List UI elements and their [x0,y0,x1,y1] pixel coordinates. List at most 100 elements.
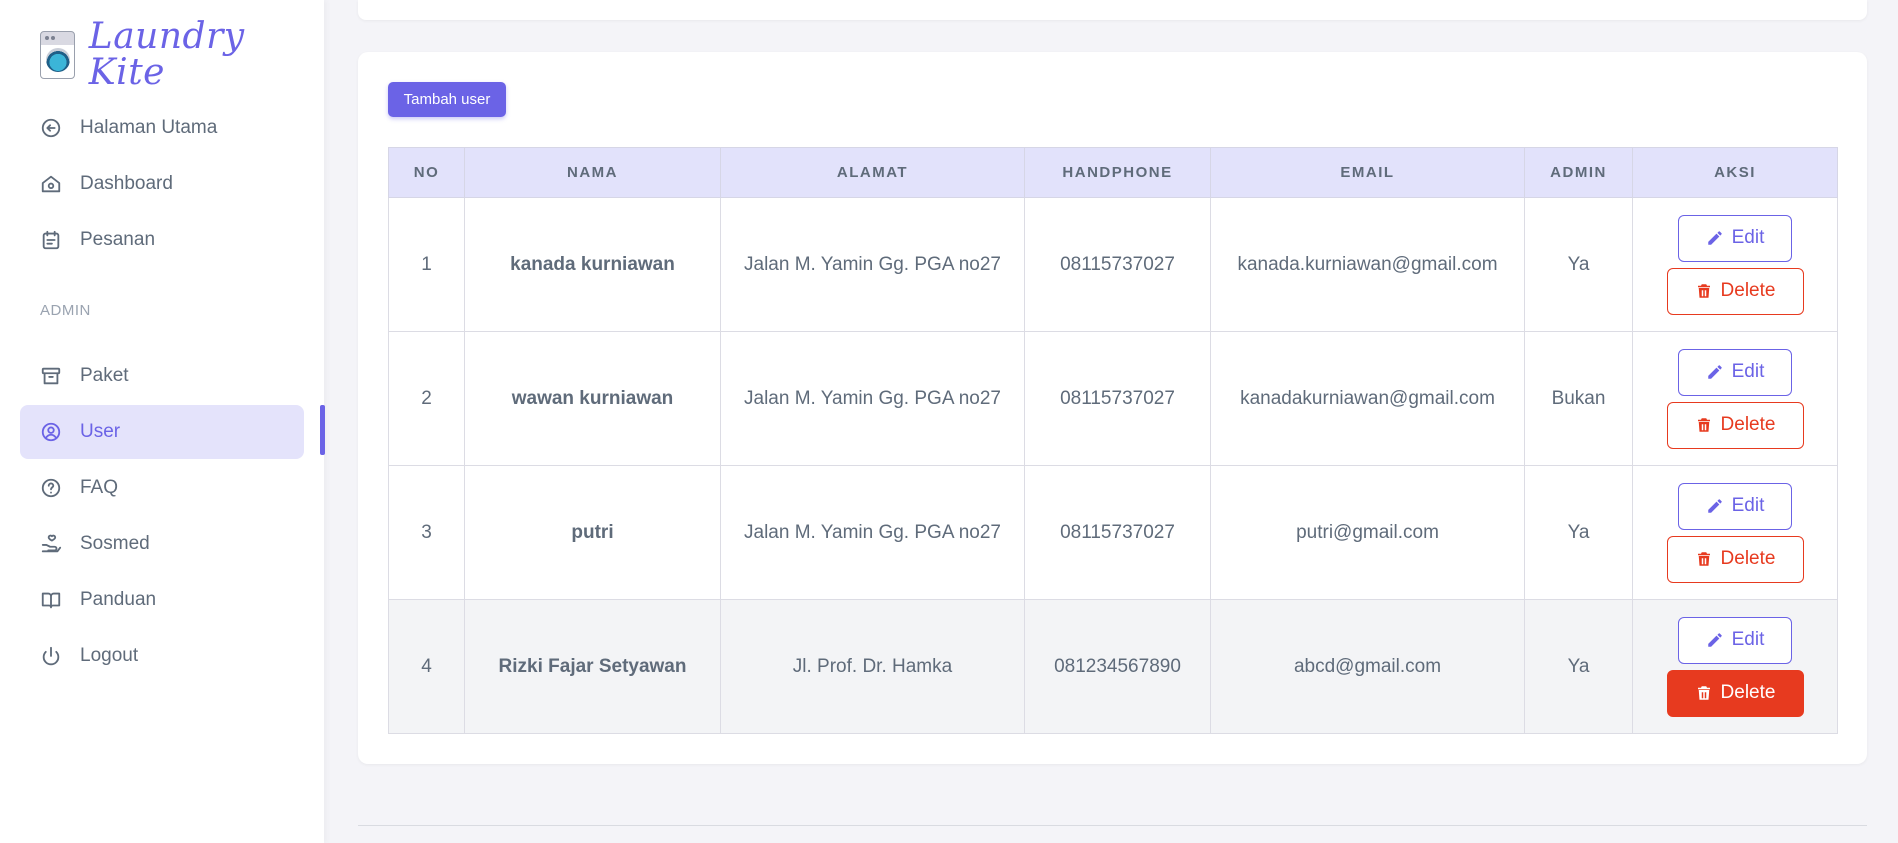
cell-no: 3 [388,465,465,600]
table-row: 2 wawan kurniawan Jalan M. Yamin Gg. PGA… [388,331,1838,466]
table-row: 3 putri Jalan M. Yamin Gg. PGA no27 0811… [388,465,1838,600]
users-table: NO NAMA ALAMAT HANDPHONE EMAIL ADMIN AKS… [388,147,1838,734]
sidebar-item-label: Pesanan [80,229,156,250]
edit-button[interactable]: Edit [1678,214,1792,262]
cell-admin: Ya [1524,197,1633,332]
active-indicator [320,405,325,455]
cell-alamat: Jalan M. Yamin Gg. PGA no27 [720,331,1025,466]
cell-no: 4 [388,599,465,734]
cell-no: 1 [388,197,465,332]
sidebar-item-halaman-utama[interactable]: Halaman Utama [20,101,304,155]
calendar-icon [40,229,62,251]
trash-icon [1695,684,1713,702]
sidebar-item-label: Logout [80,645,139,666]
cell-handphone: 08115737027 [1024,331,1211,466]
footer-divider [358,825,1867,826]
pencil-icon [1706,363,1724,381]
cell-alamat: Jl. Prof. Dr. Hamka [720,599,1025,734]
cell-email: kanada.kurniawan@gmail.com [1210,197,1525,332]
cell-aksi: Edit Delete [1632,599,1838,734]
cell-handphone: 08115737027 [1024,465,1211,600]
cell-aksi: Edit Delete [1632,465,1838,600]
add-user-button[interactable]: Tambah user [388,82,506,117]
cell-nama: putri [464,465,721,600]
cell-no: 2 [388,331,465,466]
sidebar-item-logout[interactable]: Logout [20,629,304,683]
column-header-admin: ADMIN [1524,147,1633,198]
edit-label: Edit [1731,629,1765,650]
edit-label: Edit [1731,495,1765,516]
delete-label: Delete [1720,682,1776,703]
cell-email: abcd@gmail.com [1210,599,1525,734]
cell-admin: Ya [1524,599,1633,734]
arrow-left-circle-icon [40,117,62,139]
sidebar: Laundry Kite Halaman Utama Dashboard Pes… [0,0,324,843]
pencil-icon [1706,497,1724,515]
column-header-email: EMAIL [1210,147,1525,198]
top-card [358,0,1867,20]
sidebar-item-label: FAQ [80,477,119,498]
sidebar-item-faq[interactable]: FAQ [20,461,304,515]
table-row: 1 kanada kurniawan Jalan M. Yamin Gg. PG… [388,197,1838,332]
trash-icon [1695,550,1713,568]
cell-handphone: 081234567890 [1024,599,1211,734]
sidebar-item-dashboard[interactable]: Dashboard [20,157,304,211]
sidebar-item-panduan[interactable]: Panduan [20,573,304,627]
pencil-icon [1706,631,1724,649]
column-header-no: NO [388,147,465,198]
cell-admin: Bukan [1524,331,1633,466]
brand-name: Laundry Kite [88,16,245,93]
cell-alamat: Jalan M. Yamin Gg. PGA no27 [720,197,1025,332]
book-icon [40,589,62,611]
power-icon [40,645,62,667]
edit-button[interactable]: Edit [1678,348,1792,396]
delete-button[interactable]: Delete [1666,535,1804,583]
delete-button[interactable]: Delete [1666,267,1804,315]
archive-icon [40,365,62,387]
hand-heart-icon [40,533,62,555]
sidebar-item-pesanan[interactable]: Pesanan [20,213,304,267]
cell-nama: kanada kurniawan [464,197,721,332]
sidebar-item-label: Halaman Utama [80,117,218,138]
user-circle-icon [40,421,62,443]
brand[interactable]: Laundry Kite [40,19,324,91]
sidebar-item-label: Paket [80,365,129,386]
sidebar-item-label: User [80,421,121,442]
delete-button[interactable]: Delete [1666,669,1804,717]
cell-aksi: Edit Delete [1632,197,1838,332]
sidebar-item-user[interactable]: User [20,405,304,459]
help-circle-icon [40,477,62,499]
edit-label: Edit [1731,227,1765,248]
edit-button[interactable]: Edit [1678,616,1792,664]
sidebar-item-sosmed[interactable]: Sosmed [20,517,304,571]
delete-label: Delete [1720,548,1776,569]
delete-button[interactable]: Delete [1666,401,1804,449]
column-header-aksi: AKSI [1632,147,1838,198]
cell-email: kanadakurniawan@gmail.com [1210,331,1525,466]
column-header-handphone: HANDPHONE [1024,147,1211,198]
sidebar-item-label: Sosmed [80,533,150,554]
trash-icon [1695,282,1713,300]
table-header-row: NO NAMA ALAMAT HANDPHONE EMAIL ADMIN AKS… [388,147,1838,198]
cell-email: putri@gmail.com [1210,465,1525,600]
edit-label: Edit [1731,361,1765,382]
home-icon [40,173,62,195]
delete-label: Delete [1720,280,1776,301]
sidebar-item-label: Dashboard [80,173,173,194]
edit-button[interactable]: Edit [1678,482,1792,530]
column-header-nama: NAMA [464,147,721,198]
table-row: 4 Rizki Fajar Setyawan Jl. Prof. Dr. Ham… [388,599,1838,734]
cell-alamat: Jalan M. Yamin Gg. PGA no27 [720,465,1025,600]
cell-aksi: Edit Delete [1632,331,1838,466]
sidebar-item-paket[interactable]: Paket [20,349,304,403]
trash-icon [1695,416,1713,434]
section-label-admin: ADMIN [40,302,91,319]
pencil-icon [1706,229,1724,247]
sidebar-item-label: Panduan [80,589,157,610]
cell-nama: wawan kurniawan [464,331,721,466]
column-header-alamat: ALAMAT [720,147,1025,198]
cell-nama: Rizki Fajar Setyawan [464,599,721,734]
delete-label: Delete [1720,414,1776,435]
cell-handphone: 08115737027 [1024,197,1211,332]
cell-admin: Ya [1524,465,1633,600]
